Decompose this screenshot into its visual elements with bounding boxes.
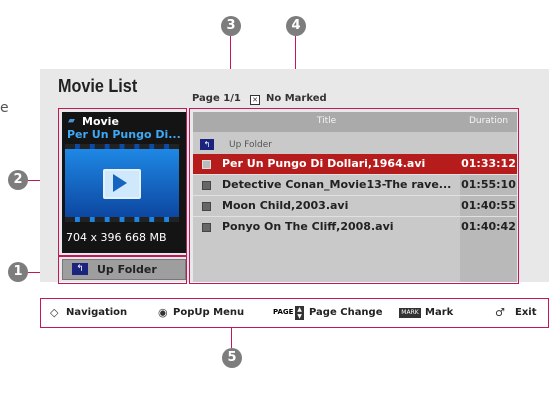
callout-2: 2 <box>8 170 28 190</box>
file-list: Title Duration ↰ Up Folder Per Un Pungo … <box>193 112 517 282</box>
up-folder-button[interactable]: ↰ Up Folder <box>62 259 186 280</box>
row-duration: 01:40:55 <box>461 199 516 212</box>
page-updown-icon: ▲ ▼ <box>295 306 304 320</box>
row-checkbox[interactable] <box>202 160 211 169</box>
stray-text: e <box>0 100 9 116</box>
row-checkbox[interactable] <box>202 223 211 232</box>
list-up-folder-row[interactable]: ↰ Up Folder <box>193 137 517 154</box>
movie-icon: ▰ <box>68 116 75 126</box>
table-row[interactable]: Moon Child,2003.avi 01:40:55 <box>193 196 517 216</box>
mark-status: No Marked <box>266 93 327 104</box>
callout-1: 1 <box>8 262 28 282</box>
ok-button-icon: ◉ <box>158 306 168 319</box>
nav-exit[interactable]: Exit <box>515 307 537 318</box>
nav-navigation[interactable]: Navigation <box>66 307 127 318</box>
row-filename: Ponyo On The Cliff,2008.avi <box>222 220 394 233</box>
preview-filename: Per Un Pungo Di... <box>67 128 181 141</box>
preview-panel: ▰ Movie Per Un Pungo Di... 704 x 396 668… <box>62 112 186 253</box>
list-up-folder-label: Up Folder <box>229 140 272 150</box>
column-duration: Duration <box>468 116 509 126</box>
control-guide-bar: ◇ Navigation ◉ PopUp Menu PAGE ▲ ▼ Page C… <box>40 298 549 328</box>
row-filename: Per Un Pungo Di Dollari,1964.avi <box>222 157 426 170</box>
callout-4-leader <box>295 36 296 72</box>
up-folder-label: Up Folder <box>97 263 157 276</box>
preview-type: Movie <box>82 115 119 128</box>
table-row[interactable]: Detective Conan_Movie13-The rave... 01:5… <box>193 175 517 195</box>
callout-4: 4 <box>286 16 306 36</box>
row-filename: Detective Conan_Movie13-The rave... <box>222 178 452 191</box>
folder-up-icon: ↰ <box>72 263 88 275</box>
callout-5: 5 <box>222 348 242 368</box>
mark-key-icon: MARK <box>399 308 421 318</box>
preview-meta: 704 x 396 668 MB <box>66 231 167 244</box>
table-row[interactable]: Ponyo On The Cliff,2008.avi 01:40:42 <box>193 217 517 237</box>
callout-3: 3 <box>221 16 241 36</box>
column-title: Title <box>316 116 337 126</box>
callout-3-leader <box>230 36 231 72</box>
nav-page-change[interactable]: Page Change <box>309 307 383 318</box>
exit-icon: ♂ <box>495 306 505 319</box>
nav-mark[interactable]: Mark <box>425 307 453 318</box>
row-duration: 01:33:12 <box>461 157 516 170</box>
page-title: Movie List <box>58 76 138 96</box>
row-filename: Moon Child,2003.avi <box>222 199 349 212</box>
folder-up-icon: ↰ <box>200 139 214 150</box>
table-row[interactable]: Per Un Pungo Di Dollari,1964.avi 01:33:1… <box>193 154 517 174</box>
row-checkbox[interactable] <box>202 181 211 190</box>
navigation-arrows-icon: ◇ <box>50 306 59 319</box>
row-checkbox[interactable] <box>202 202 211 211</box>
play-icon <box>113 174 127 192</box>
nav-popup-menu[interactable]: PopUp Menu <box>173 307 244 318</box>
page-tag: PAGE <box>273 308 294 316</box>
preview-thumbnail <box>65 144 179 222</box>
row-duration: 01:40:42 <box>461 220 516 233</box>
row-duration: 01:55:10 <box>461 178 516 191</box>
mark-checkbox-icon: ✕ <box>250 95 260 105</box>
page-number: Page 1/1 <box>192 93 241 104</box>
list-header: Title Duration <box>193 112 517 132</box>
